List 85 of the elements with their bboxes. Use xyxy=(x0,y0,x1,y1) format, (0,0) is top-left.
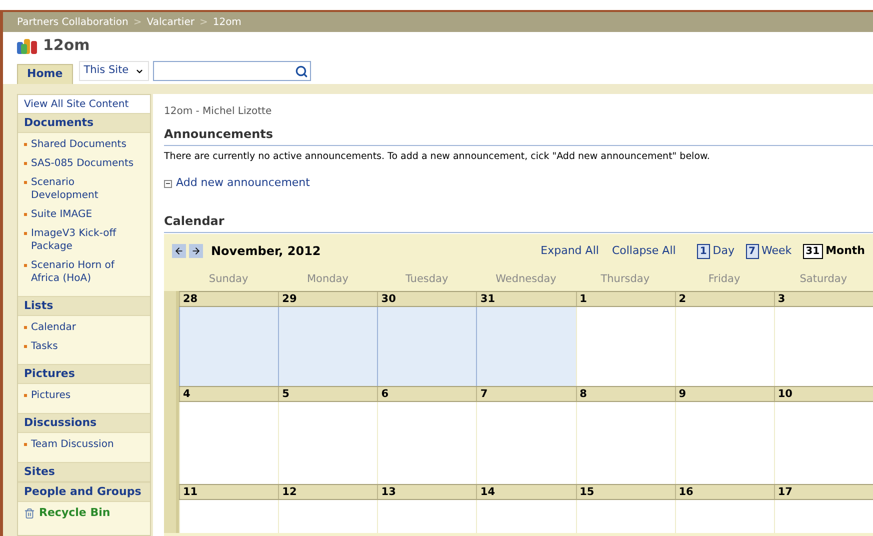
view-button[interactable]: 31 Month xyxy=(802,243,865,260)
day-cell[interactable] xyxy=(278,306,378,386)
day-cell[interactable] xyxy=(377,306,476,386)
bullet-icon xyxy=(24,394,27,397)
view-all-link[interactable]: View All Site Content xyxy=(18,95,150,113)
date-number: 30 xyxy=(377,292,476,306)
day-cell[interactable] xyxy=(476,306,576,386)
date-number: 3 xyxy=(774,292,873,306)
breadcrumb-separator: > xyxy=(133,16,142,30)
date-number: 16 xyxy=(674,484,774,499)
view-button[interactable]: 1 Day xyxy=(696,243,735,260)
expand-all-link[interactable]: Expand All xyxy=(540,243,599,260)
bullet-icon xyxy=(24,232,27,235)
date-number: 1 xyxy=(576,292,675,306)
month-title: November, 2012 xyxy=(211,243,321,260)
bullet-icon xyxy=(24,181,27,184)
bullet-icon xyxy=(24,345,27,348)
nav-heading[interactable]: Sites xyxy=(18,462,150,482)
date-number: 29 xyxy=(278,292,378,306)
nav-link[interactable]: Shared Documents xyxy=(31,138,126,151)
date-number: 31 xyxy=(476,292,576,306)
date-number: 2 xyxy=(674,292,774,306)
add-icon xyxy=(164,180,172,188)
nav-link[interactable]: Pictures xyxy=(31,389,71,402)
section-title: Calendar xyxy=(164,212,873,233)
date-number: 11 xyxy=(179,484,278,499)
nav-heading[interactable]: Lists xyxy=(18,296,150,316)
previous-button[interactable] xyxy=(172,244,186,258)
date-number: 8 xyxy=(576,386,675,401)
weekday-label: Monday xyxy=(306,272,350,287)
page-owner: 12om - Michel Lizotte xyxy=(164,105,273,119)
day-cell[interactable] xyxy=(179,306,278,386)
date-number: 12 xyxy=(278,484,378,499)
recycle-bin-icon xyxy=(24,508,35,518)
date-number: 5 xyxy=(278,386,378,401)
date-number: 9 xyxy=(674,386,774,401)
date-number: 28 xyxy=(179,292,278,306)
bullet-icon xyxy=(24,326,27,329)
date-number: 6 xyxy=(377,386,476,401)
nav-link[interactable]: Tasks xyxy=(31,340,58,353)
date-number: 14 xyxy=(476,484,576,499)
nav-link[interactable]: Scenario Horn of Africa (HoA) xyxy=(31,259,144,285)
bullet-icon xyxy=(24,264,27,267)
bullet-icon xyxy=(24,213,27,216)
recycle-bin-link[interactable]: Recycle Bin xyxy=(39,504,110,522)
breadcrumb-separator: > xyxy=(199,16,208,30)
site-title: 12om xyxy=(43,34,90,56)
nav-link[interactable]: Suite IMAGE xyxy=(31,208,92,221)
bullet-icon xyxy=(24,162,27,165)
date-number: 7 xyxy=(476,386,576,401)
search-icon[interactable] xyxy=(294,64,308,78)
collapse-all-link[interactable]: Collapse All xyxy=(612,243,676,260)
nav-heading[interactable]: People and Groups xyxy=(18,482,150,502)
arrow-right-icon xyxy=(191,246,201,256)
nav-link[interactable]: Scenario Development xyxy=(31,176,144,202)
weekday-label: Thursday xyxy=(600,272,651,287)
announcement-message: There are currently no active announcements. To add a new announcement, cick "Add new announcement" below. xyxy=(164,150,711,164)
weekday-label: Wednesday xyxy=(494,272,558,287)
people-logo-icon xyxy=(17,36,37,54)
nav-heading[interactable]: Discussions xyxy=(18,413,150,433)
nav-heading[interactable]: Documents xyxy=(18,113,150,133)
nav-link[interactable]: Team Discussion xyxy=(31,438,114,451)
next-button[interactable] xyxy=(189,244,203,258)
scope-dropdown[interactable]: This Site xyxy=(78,61,149,81)
bullet-icon xyxy=(24,143,27,146)
nav-link[interactable]: Calendar xyxy=(31,321,76,334)
weekday-label: Saturday xyxy=(798,272,848,287)
add-announcement-link[interactable]: Add new announcement xyxy=(176,175,310,192)
search-field[interactable] xyxy=(152,61,311,81)
weekday-label: Friday xyxy=(707,272,742,287)
nav-heading[interactable]: Pictures xyxy=(18,364,150,384)
date-number: 13 xyxy=(377,484,476,499)
date-number: 10 xyxy=(774,386,873,401)
weekday-label: Sunday xyxy=(208,272,250,287)
date-number: 15 xyxy=(576,484,675,499)
view-button[interactable]: 7 Week xyxy=(746,243,792,260)
arrow-left-icon xyxy=(174,246,184,256)
nav-tab[interactable]: Home xyxy=(17,64,73,84)
nav-link[interactable]: ImageV3 Kick-off Package xyxy=(31,227,144,253)
bullet-icon xyxy=(24,443,27,446)
nav-link[interactable]: SAS-085 Documents xyxy=(31,157,134,170)
date-number: 17 xyxy=(774,484,873,499)
weekday-label: Tuesday xyxy=(404,272,450,287)
date-number: 4 xyxy=(179,386,278,401)
section-title: Announcements xyxy=(164,125,873,146)
